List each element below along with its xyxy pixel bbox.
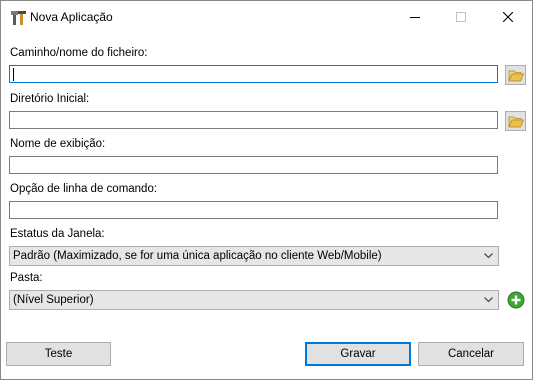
folder-select[interactable]: (Nível Superior) bbox=[9, 290, 499, 310]
test-button[interactable]: Teste bbox=[6, 342, 111, 366]
display-name-label: Nome de exibição: bbox=[10, 138, 106, 150]
window-state-select[interactable]: Padrão (Maximizado, se for uma única apl… bbox=[9, 246, 499, 266]
save-button[interactable]: Gravar bbox=[305, 342, 411, 366]
app-tools-icon bbox=[11, 11, 26, 25]
chevron-down-icon bbox=[484, 253, 493, 259]
display-name-input[interactable] bbox=[9, 156, 498, 174]
start-dir-input[interactable] bbox=[9, 111, 498, 129]
text-caret bbox=[13, 68, 14, 81]
add-folder-button[interactable] bbox=[507, 291, 525, 309]
plus-circle-icon bbox=[507, 291, 525, 309]
cancel-button[interactable]: Cancelar bbox=[418, 342, 524, 366]
folder-label: Pasta: bbox=[10, 272, 43, 284]
path-label: Caminho/nome do ficheiro: bbox=[10, 47, 148, 59]
window-title: Nova Aplicação bbox=[30, 10, 113, 24]
start-dir-label: Diretório Inicial: bbox=[10, 93, 90, 105]
dialog-window: Nova Aplicação Caminho/nome do ficheiro: bbox=[0, 0, 533, 380]
folder-open-icon bbox=[507, 116, 524, 127]
browse-path-button[interactable] bbox=[505, 65, 526, 85]
close-icon bbox=[503, 11, 513, 22]
browse-start-dir-button[interactable] bbox=[505, 111, 526, 131]
close-button[interactable] bbox=[485, 1, 531, 32]
path-input[interactable] bbox=[9, 65, 498, 83]
folder-open-icon bbox=[507, 70, 524, 81]
minimize-button[interactable] bbox=[392, 1, 438, 32]
maximize-icon bbox=[456, 11, 466, 22]
maximize-button[interactable] bbox=[438, 1, 484, 32]
window-state-value: Padrão (Maximizado, se for uma única apl… bbox=[13, 250, 382, 262]
cmdline-input[interactable] bbox=[9, 201, 498, 219]
folder-value: (Nível Superior) bbox=[13, 294, 94, 306]
minimize-icon bbox=[410, 16, 420, 18]
cmdline-label: Opção de linha de comando: bbox=[10, 183, 158, 195]
title-bar[interactable]: Nova Aplicação bbox=[1, 1, 532, 32]
window-state-label: Estatus da Janela: bbox=[10, 228, 105, 240]
chevron-down-icon bbox=[484, 297, 493, 303]
